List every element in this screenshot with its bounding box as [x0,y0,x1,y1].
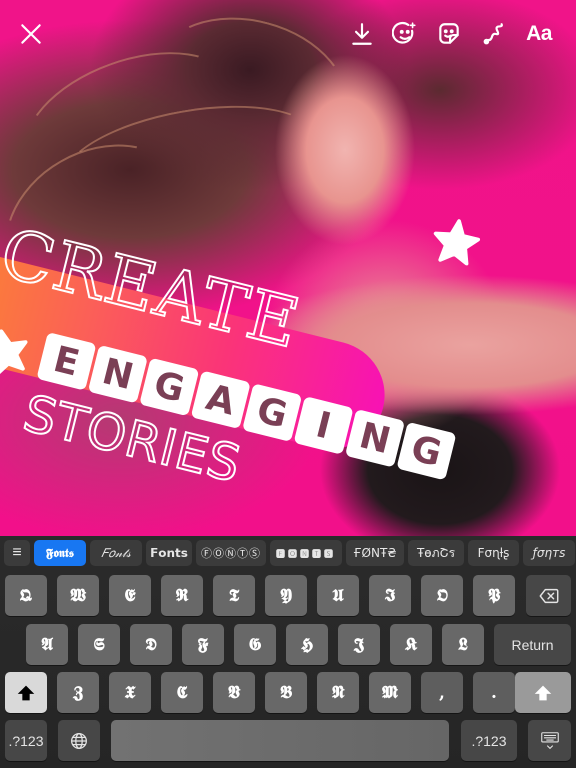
dismiss-keyboard-key[interactable] [528,720,571,761]
keyboard: ≡ 𝕱𝖔𝖓𝖙𝖘 𝐹𝑜𝓃𝓉𝓈 𝗙𝗼𝗻𝘁𝘀 ⒻⓄⓃⓉⓈ 🅵🅾🅽🆃🆂 ҒØNŦ₴ Ŧѳ… [0,536,576,768]
draw-button[interactable] [479,19,509,49]
face-sparkle-icon [392,21,416,44]
key-a[interactable]: 𝕬 [26,624,68,665]
numbers-key-right[interactable]: .?123 [461,720,517,761]
close-button[interactable] [16,19,46,49]
font-option-symbol[interactable]: ŦѳภՇร [408,540,464,566]
key-r[interactable]: 𝕽 [161,575,203,616]
story-canvas[interactable]: CREATE E N G A G I N G STORIES Aa [0,0,576,536]
return-key[interactable]: Return [494,624,571,665]
key-comma[interactable]: , [421,672,463,713]
squiggle-draw-icon [483,23,503,45]
globe-icon [71,732,87,749]
key-h[interactable]: 𝕳 [286,624,328,665]
star-sticker[interactable] [424,211,487,274]
key-b[interactable]: 𝕭 [265,672,307,713]
key-d[interactable]: 𝕯 [130,624,172,665]
globe-key[interactable] [58,720,100,761]
font-option-circled[interactable]: ⒻⓄⓃⓉⓈ [196,540,266,566]
key-u[interactable]: 𝖀 [317,575,359,616]
font-option-bold[interactable]: 𝗙𝗼𝗻𝘁𝘀 [146,540,192,566]
key-l[interactable]: 𝕷 [442,624,484,665]
font-option-fraktur[interactable]: 𝕱𝖔𝖓𝖙𝖘 [34,540,86,566]
text-tool-button[interactable]: Aa [522,19,556,49]
key-j[interactable]: 𝕵 [338,624,380,665]
key-o[interactable]: 𝕺 [421,575,463,616]
key-y[interactable]: 𝖄 [265,575,307,616]
key-q[interactable]: 𝕼 [5,575,47,616]
key-g[interactable]: 𝕲 [234,624,276,665]
key-x[interactable]: 𝖃 [109,672,151,713]
download-icon [352,23,372,45]
close-icon [21,24,41,44]
font-option-curly[interactable]: Fσɳƚʂ [468,540,519,566]
key-k[interactable]: 𝕶 [390,624,432,665]
key-n[interactable]: 𝕹 [317,672,359,713]
font-option-greek[interactable]: ƒσηтѕ [523,540,575,566]
key-i[interactable]: 𝕴 [369,575,411,616]
numbers-key-left[interactable]: .?123 [5,720,47,761]
key-s[interactable]: 𝕾 [78,624,120,665]
sticker-button[interactable] [434,19,464,49]
font-option-squared[interactable]: 🅵🅾🅽🆃🆂 [270,540,342,566]
key-t[interactable]: 𝕿 [213,575,255,616]
shift-key-right[interactable] [515,672,571,713]
font-option-stroked[interactable]: ҒØNŦ₴ [346,540,404,566]
story-toolbar: Aa [0,0,576,70]
key-period[interactable]: . [473,672,515,713]
shift-arrow-icon [534,685,552,700]
key-f[interactable]: 𝕱 [182,624,224,665]
shift-key-left[interactable] [5,672,47,713]
keyboard-dismiss-icon [540,731,559,749]
backspace-icon [539,588,558,603]
key-v[interactable]: 𝖁 [213,672,255,713]
key-w[interactable]: 𝖂 [57,575,99,616]
font-style-bar: ≡ 𝕱𝖔𝖓𝖙𝖘 𝐹𝑜𝓃𝓉𝓈 𝗙𝗼𝗻𝘁𝘀 ⒻⓄⓃⓉⓈ 🅵🅾🅽🆃🆂 ҒØNŦ₴ Ŧѳ… [0,536,576,570]
key-m[interactable]: 𝕸 [369,672,411,713]
key-p[interactable]: 𝕻 [473,575,515,616]
font-menu-button[interactable]: ≡ [4,540,30,566]
sticker-icon [439,23,459,44]
face-effects-button[interactable] [390,19,420,49]
shift-arrow-icon [17,685,35,700]
key-c[interactable]: 𝕮 [161,672,203,713]
download-button[interactable] [347,19,377,49]
font-option-script[interactable]: 𝐹𝑜𝓃𝓉𝓈 [90,540,142,566]
key-z[interactable]: 𝖅 [57,672,99,713]
backspace-key[interactable] [526,575,571,616]
key-e[interactable]: 𝕰 [109,575,151,616]
space-bar[interactable] [111,720,449,761]
